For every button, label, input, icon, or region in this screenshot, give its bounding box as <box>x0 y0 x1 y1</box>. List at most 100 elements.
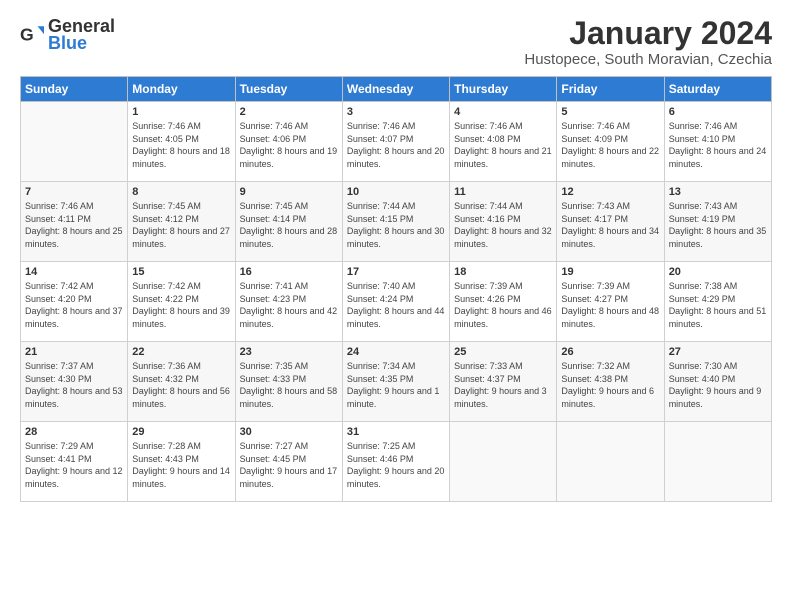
calendar-cell: 1 Sunrise: 7:46 AM Sunset: 4:05 PM Dayli… <box>128 102 235 182</box>
cell-sunrise: Sunrise: 7:46 AM <box>454 121 523 131</box>
cell-daylight: Daylight: 8 hours and 25 minutes. <box>25 226 123 249</box>
cell-sunrise: Sunrise: 7:46 AM <box>25 201 94 211</box>
cell-sunrise: Sunrise: 7:33 AM <box>454 361 523 371</box>
calendar-cell: 10 Sunrise: 7:44 AM Sunset: 4:15 PM Dayl… <box>342 182 449 262</box>
cell-sunset: Sunset: 4:45 PM <box>240 454 307 464</box>
header: G General Blue January 2024 Hustopece, S… <box>20 16 772 68</box>
calendar-cell: 4 Sunrise: 7:46 AM Sunset: 4:08 PM Dayli… <box>450 102 557 182</box>
cell-daylight: Daylight: 8 hours and 58 minutes. <box>240 386 338 409</box>
day-number: 1 <box>132 106 230 118</box>
cell-sunrise: Sunrise: 7:29 AM <box>25 441 94 451</box>
logo-icon: G <box>20 23 44 47</box>
calendar-header-friday: Friday <box>557 77 664 102</box>
calendar-cell: 17 Sunrise: 7:40 AM Sunset: 4:24 PM Dayl… <box>342 262 449 342</box>
cell-daylight: Daylight: 8 hours and 46 minutes. <box>454 306 552 329</box>
cell-daylight: Daylight: 8 hours and 51 minutes. <box>669 306 767 329</box>
calendar-cell: 8 Sunrise: 7:45 AM Sunset: 4:12 PM Dayli… <box>128 182 235 262</box>
cell-sunrise: Sunrise: 7:42 AM <box>132 281 201 291</box>
cell-daylight: Daylight: 9 hours and 6 minutes. <box>561 386 654 409</box>
cell-daylight: Daylight: 9 hours and 9 minutes. <box>669 386 762 409</box>
day-number: 9 <box>240 186 338 198</box>
cell-sunset: Sunset: 4:08 PM <box>454 134 521 144</box>
day-number: 16 <box>240 266 338 278</box>
calendar-cell: 29 Sunrise: 7:28 AM Sunset: 4:43 PM Dayl… <box>128 422 235 502</box>
calendar-cell: 14 Sunrise: 7:42 AM Sunset: 4:20 PM Dayl… <box>21 262 128 342</box>
calendar-cell: 16 Sunrise: 7:41 AM Sunset: 4:23 PM Dayl… <box>235 262 342 342</box>
day-number: 26 <box>561 346 659 358</box>
cell-sunrise: Sunrise: 7:46 AM <box>132 121 201 131</box>
day-number: 3 <box>347 106 445 118</box>
cell-daylight: Daylight: 8 hours and 56 minutes. <box>132 386 230 409</box>
day-number: 12 <box>561 186 659 198</box>
calendar-cell: 9 Sunrise: 7:45 AM Sunset: 4:14 PM Dayli… <box>235 182 342 262</box>
calendar-cell: 27 Sunrise: 7:30 AM Sunset: 4:40 PM Dayl… <box>664 342 771 422</box>
calendar-cell <box>664 422 771 502</box>
logo: G General Blue <box>20 16 115 54</box>
calendar-cell: 22 Sunrise: 7:36 AM Sunset: 4:32 PM Dayl… <box>128 342 235 422</box>
cell-sunset: Sunset: 4:07 PM <box>347 134 414 144</box>
cell-sunrise: Sunrise: 7:36 AM <box>132 361 201 371</box>
cell-sunset: Sunset: 4:14 PM <box>240 214 307 224</box>
svg-text:G: G <box>20 25 34 45</box>
day-number: 22 <box>132 346 230 358</box>
cell-daylight: Daylight: 8 hours and 22 minutes. <box>561 146 659 169</box>
cell-sunset: Sunset: 4:06 PM <box>240 134 307 144</box>
day-number: 18 <box>454 266 552 278</box>
day-number: 10 <box>347 186 445 198</box>
cell-sunset: Sunset: 4:33 PM <box>240 374 307 384</box>
cell-sunset: Sunset: 4:17 PM <box>561 214 628 224</box>
cell-sunrise: Sunrise: 7:46 AM <box>347 121 416 131</box>
cell-sunrise: Sunrise: 7:46 AM <box>561 121 630 131</box>
cell-daylight: Daylight: 8 hours and 18 minutes. <box>132 146 230 169</box>
cell-daylight: Daylight: 8 hours and 30 minutes. <box>347 226 445 249</box>
cell-daylight: Daylight: 8 hours and 24 minutes. <box>669 146 767 169</box>
calendar-header-wednesday: Wednesday <box>342 77 449 102</box>
cell-daylight: Daylight: 8 hours and 28 minutes. <box>240 226 338 249</box>
calendar-week-row: 7 Sunrise: 7:46 AM Sunset: 4:11 PM Dayli… <box>21 182 772 262</box>
calendar-cell: 18 Sunrise: 7:39 AM Sunset: 4:26 PM Dayl… <box>450 262 557 342</box>
cell-sunrise: Sunrise: 7:37 AM <box>25 361 94 371</box>
cell-sunset: Sunset: 4:29 PM <box>669 294 736 304</box>
cell-daylight: Daylight: 8 hours and 42 minutes. <box>240 306 338 329</box>
main-title: January 2024 <box>524 16 772 51</box>
cell-sunrise: Sunrise: 7:41 AM <box>240 281 309 291</box>
calendar-cell: 25 Sunrise: 7:33 AM Sunset: 4:37 PM Dayl… <box>450 342 557 422</box>
cell-sunrise: Sunrise: 7:38 AM <box>669 281 738 291</box>
calendar-cell: 21 Sunrise: 7:37 AM Sunset: 4:30 PM Dayl… <box>21 342 128 422</box>
cell-sunrise: Sunrise: 7:27 AM <box>240 441 309 451</box>
calendar-cell: 31 Sunrise: 7:25 AM Sunset: 4:46 PM Dayl… <box>342 422 449 502</box>
cell-sunset: Sunset: 4:05 PM <box>132 134 199 144</box>
calendar-week-row: 14 Sunrise: 7:42 AM Sunset: 4:20 PM Dayl… <box>21 262 772 342</box>
day-number: 17 <box>347 266 445 278</box>
cell-sunrise: Sunrise: 7:44 AM <box>347 201 416 211</box>
day-number: 5 <box>561 106 659 118</box>
day-number: 27 <box>669 346 767 358</box>
calendar-week-row: 28 Sunrise: 7:29 AM Sunset: 4:41 PM Dayl… <box>21 422 772 502</box>
calendar-cell: 7 Sunrise: 7:46 AM Sunset: 4:11 PM Dayli… <box>21 182 128 262</box>
calendar-header-monday: Monday <box>128 77 235 102</box>
cell-sunrise: Sunrise: 7:43 AM <box>669 201 738 211</box>
cell-sunset: Sunset: 4:22 PM <box>132 294 199 304</box>
calendar-cell <box>450 422 557 502</box>
day-number: 13 <box>669 186 767 198</box>
cell-sunrise: Sunrise: 7:30 AM <box>669 361 738 371</box>
calendar-cell: 15 Sunrise: 7:42 AM Sunset: 4:22 PM Dayl… <box>128 262 235 342</box>
calendar-cell: 2 Sunrise: 7:46 AM Sunset: 4:06 PM Dayli… <box>235 102 342 182</box>
cell-daylight: Daylight: 8 hours and 27 minutes. <box>132 226 230 249</box>
title-section: January 2024 Hustopece, South Moravian, … <box>524 16 772 68</box>
cell-sunrise: Sunrise: 7:42 AM <box>25 281 94 291</box>
day-number: 7 <box>25 186 123 198</box>
day-number: 23 <box>240 346 338 358</box>
cell-daylight: Daylight: 8 hours and 53 minutes. <box>25 386 123 409</box>
cell-daylight: Daylight: 8 hours and 44 minutes. <box>347 306 445 329</box>
day-number: 24 <box>347 346 445 358</box>
cell-sunrise: Sunrise: 7:39 AM <box>561 281 630 291</box>
calendar-cell <box>21 102 128 182</box>
cell-daylight: Daylight: 8 hours and 37 minutes. <box>25 306 123 329</box>
cell-daylight: Daylight: 9 hours and 20 minutes. <box>347 466 445 489</box>
calendar-cell: 5 Sunrise: 7:46 AM Sunset: 4:09 PM Dayli… <box>557 102 664 182</box>
cell-daylight: Daylight: 9 hours and 17 minutes. <box>240 466 338 489</box>
cell-sunset: Sunset: 4:20 PM <box>25 294 92 304</box>
cell-daylight: Daylight: 8 hours and 20 minutes. <box>347 146 445 169</box>
cell-sunset: Sunset: 4:23 PM <box>240 294 307 304</box>
